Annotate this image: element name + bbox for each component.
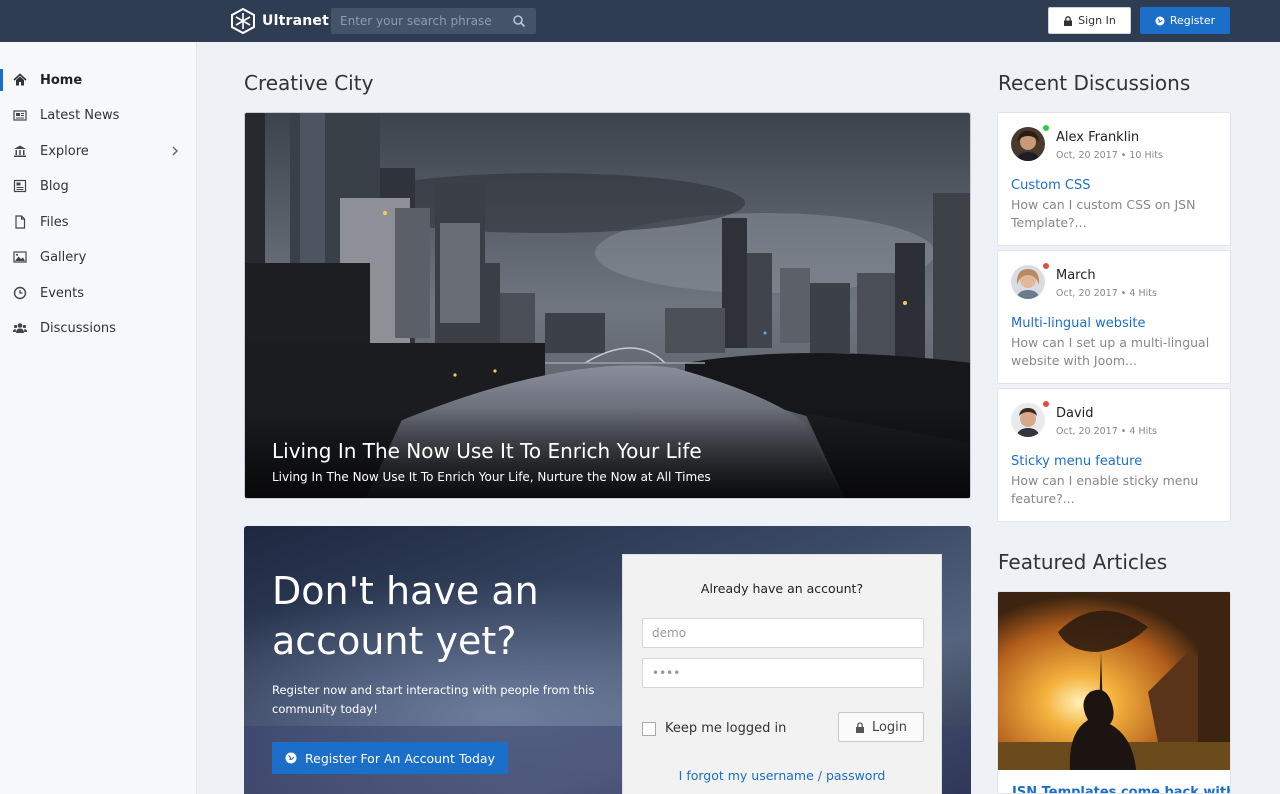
avatar-image: [1011, 127, 1045, 161]
remember-label: Keep me logged in: [665, 721, 787, 736]
sidebar-item-files[interactable]: Files: [0, 205, 197, 239]
discussion-meta: Oct, 20 2017 • 4 Hits: [1056, 288, 1157, 299]
offline-status-dot: [1042, 262, 1050, 270]
sidebar-item-explore[interactable]: Explore: [0, 134, 197, 168]
image-icon: [13, 251, 27, 263]
sidebar-item-gallery[interactable]: Gallery: [0, 240, 197, 274]
featured-articles-title: Featured Articles: [998, 550, 1168, 574]
hero-slide[interactable]: Living In The Now Use It To Enrich Your …: [244, 112, 971, 499]
username-field[interactable]: [642, 618, 924, 648]
discussion-title-link[interactable]: Multi-lingual website: [1011, 316, 1146, 331]
newspaper-icon: [13, 110, 27, 121]
avatar-image: [1011, 265, 1045, 299]
discussion-title-link[interactable]: Sticky menu feature: [1011, 454, 1142, 469]
login-button[interactable]: Login: [838, 712, 924, 742]
chevron-right-icon: [172, 146, 178, 156]
sidebar-item-label: Blog: [40, 178, 69, 194]
discussion-excerpt: How can I enable sticky menu feature?...: [1011, 473, 1199, 506]
avatar[interactable]: [1011, 403, 1045, 437]
sidebar-item-label: Files: [40, 214, 69, 230]
sidebar-item-label: Explore: [40, 143, 89, 159]
sidebar-item-label: Gallery: [40, 249, 87, 265]
hero-title[interactable]: Living In The Now Use It To Enrich Your …: [272, 439, 702, 463]
brand-logo[interactable]: Ultranet: [230, 8, 329, 34]
sidebar-item-home[interactable]: Home: [0, 63, 197, 97]
avatar-image: [1011, 403, 1045, 437]
search-icon[interactable]: [512, 14, 526, 28]
remember-checkbox[interactable]: [642, 721, 656, 736]
discussion-card: Alex Franklin Oct, 20 2017 • 10 Hits Cus…: [997, 112, 1231, 246]
bank-icon: [14, 145, 26, 157]
lock-icon: [1064, 15, 1073, 26]
discussion-excerpt: How can I set up a multi-lingual website…: [1011, 335, 1210, 368]
register-promo: Don't have an account yet? Register now …: [244, 526, 971, 794]
brand-logo-icon: [231, 8, 255, 34]
search-input[interactable]: [331, 14, 501, 28]
sidebar-item-discussions[interactable]: Discussions: [0, 311, 197, 345]
avatar[interactable]: [1011, 265, 1045, 299]
discussion-meta: Oct, 20 2017 • 10 Hits: [1056, 150, 1163, 161]
featured-article-title[interactable]: JSN Templates come back with: [1012, 785, 1230, 793]
search-box: [331, 8, 536, 34]
sign-in-button[interactable]: Sign In: [1048, 7, 1131, 34]
discussion-author[interactable]: March: [1056, 268, 1096, 283]
featured-article-image[interactable]: [998, 592, 1231, 770]
sidebar-item-label: Discussions: [40, 320, 116, 336]
login-title: Already have an account?: [700, 581, 864, 596]
promo-text: Register now and start interacting with …: [272, 683, 595, 716]
sidebar-item-events[interactable]: Events: [0, 276, 197, 310]
page-title: Creative City: [244, 71, 374, 95]
forgot-password-link[interactable]: I forgot my username / password: [623, 768, 941, 783]
globe-icon: [1155, 16, 1165, 25]
hero-subtitle: Living In The Now Use It To Enrich Your …: [272, 470, 711, 484]
discussion-title-link[interactable]: Custom CSS: [1011, 178, 1091, 193]
discussion-meta: Oct, 20 2017 • 4 Hits: [1056, 426, 1157, 437]
recent-discussions-title: Recent Discussions: [998, 71, 1191, 95]
sidebar-item-label: Latest News: [40, 107, 120, 123]
blog-icon: [13, 179, 27, 193]
brand-name: Ultranet: [262, 13, 329, 29]
clock-icon: [13, 286, 27, 300]
register-button[interactable]: Register: [1140, 7, 1230, 34]
register-label: Register: [1169, 14, 1216, 27]
users-icon: [13, 323, 27, 333]
featured-article-card[interactable]: JSN Templates come back with: [997, 591, 1231, 794]
promo-heading: Don't have an account yet?: [272, 569, 539, 663]
sidebar-item-label: Events: [40, 285, 85, 301]
discussion-author[interactable]: David: [1056, 406, 1094, 421]
login-label: Login: [871, 719, 908, 735]
file-icon: [15, 215, 26, 229]
password-field[interactable]: [642, 658, 924, 688]
sign-in-label: Sign In: [1078, 14, 1116, 27]
sidebar-item-label: Home: [40, 72, 83, 88]
sidebar-item-blog[interactable]: Blog: [0, 169, 197, 203]
sidebar-item-latest-news[interactable]: Latest News: [0, 98, 197, 132]
discussion-card: March Oct, 20 2017 • 4 Hits Multi-lingua…: [997, 250, 1231, 384]
globe-icon: [285, 752, 297, 764]
discussion-author[interactable]: Alex Franklin: [1056, 130, 1139, 145]
online-status-dot: [1042, 124, 1050, 132]
sidebar: Home Latest News Explore Blog Files Gall…: [0, 42, 197, 794]
discussion-excerpt: How can I custom CSS on JSN Template?...: [1011, 197, 1196, 230]
register-account-label: Register For An Account Today: [305, 750, 495, 766]
register-account-button[interactable]: Register For An Account Today: [272, 742, 508, 774]
login-panel: Already have an account? Keep me logged …: [622, 554, 942, 794]
avatar[interactable]: [1011, 127, 1045, 161]
lock-icon: [855, 721, 864, 733]
home-icon: [13, 73, 27, 86]
discussion-card: David Oct, 20 2017 • 4 Hits Sticky menu …: [997, 388, 1231, 522]
offline-status-dot: [1042, 400, 1050, 408]
remember-me[interactable]: Keep me logged in: [642, 721, 786, 736]
top-navbar: Ultranet Sign In Register: [0, 0, 1280, 42]
